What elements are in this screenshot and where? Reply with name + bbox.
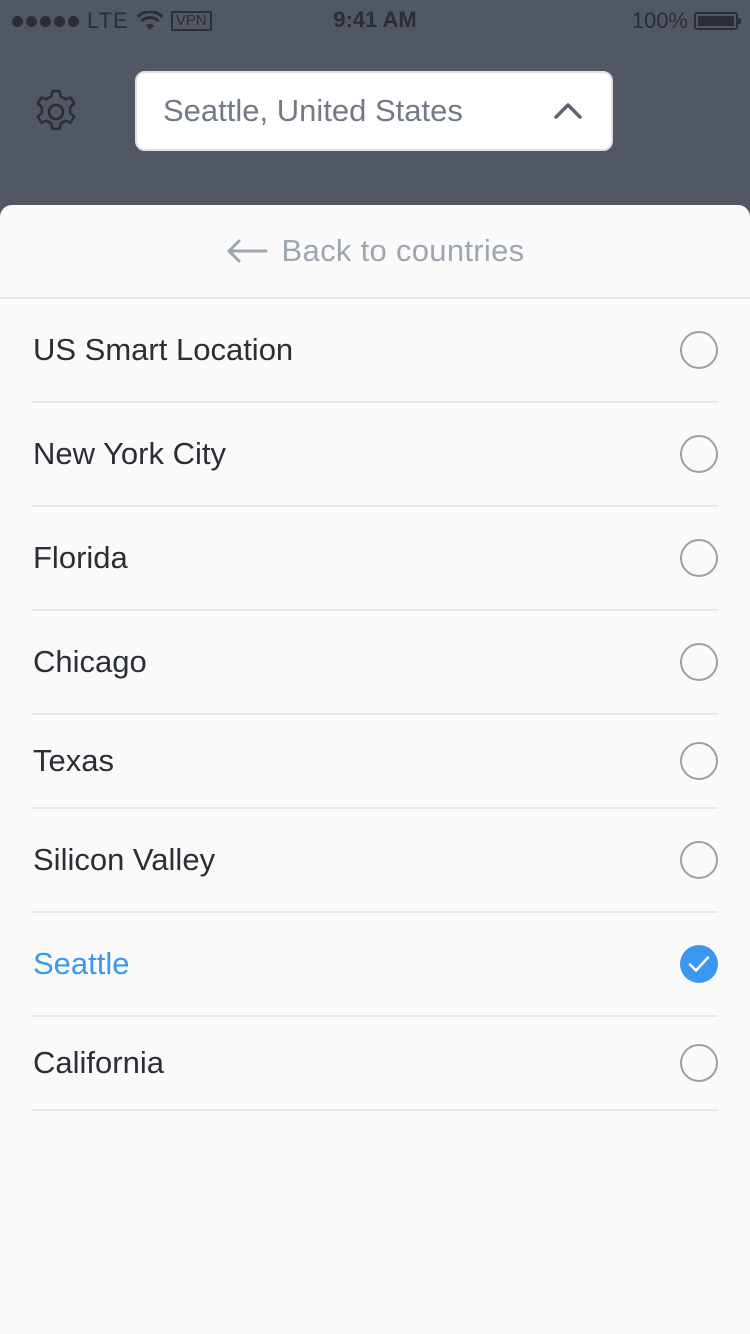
checkmark-icon	[688, 956, 710, 972]
location-list: US Smart Location New York City Florida …	[0, 299, 750, 1111]
arrow-left-icon	[227, 239, 268, 263]
list-item[interactable]: New York City	[32, 403, 718, 507]
location-name: California	[33, 1045, 164, 1080]
gear-icon	[36, 89, 76, 131]
location-name: New York City	[33, 436, 226, 471]
back-to-countries-button[interactable]: Back to countries	[0, 205, 750, 299]
battery-icon	[694, 12, 741, 30]
battery-percent: 100%	[631, 8, 688, 33]
settings-button[interactable]	[30, 86, 82, 138]
list-item[interactable]: US Smart Location	[32, 299, 718, 403]
location-name: Chicago	[33, 644, 147, 679]
selected-location-label: Seattle, United States	[163, 93, 463, 128]
radio-button[interactable]	[680, 331, 718, 369]
list-item[interactable]: Silicon Valley	[32, 809, 718, 913]
list-item[interactable]: California	[32, 1017, 718, 1111]
location-name: Silicon Valley	[33, 842, 216, 877]
radio-button[interactable]	[680, 841, 718, 879]
radio-button[interactable]	[680, 435, 718, 473]
radio-button[interactable]	[680, 539, 718, 577]
radio-button[interactable]	[680, 742, 718, 780]
back-label: Back to countries	[281, 233, 525, 268]
location-name: Florida	[33, 540, 128, 575]
status-bar: LTE VPN 9:41 AM 100%	[0, 0, 750, 40]
list-item-selected[interactable]: Seattle	[32, 913, 718, 1017]
radio-button[interactable]	[680, 643, 718, 681]
list-item[interactable]: Texas	[32, 715, 718, 809]
list-item[interactable]: Chicago	[32, 611, 718, 715]
location-sheet: Back to countries US Smart Location New …	[0, 205, 750, 1334]
location-name: Texas	[33, 743, 114, 778]
radio-button-checked[interactable]	[680, 945, 718, 983]
list-item[interactable]: Florida	[32, 507, 718, 611]
radio-button[interactable]	[680, 1044, 718, 1082]
location-name: US Smart Location	[33, 332, 294, 367]
location-name: Seattle	[33, 946, 130, 981]
status-right: 100%	[631, 8, 741, 34]
location-dropdown[interactable]: Seattle, United States	[135, 71, 613, 151]
chevron-up-icon	[554, 103, 582, 119]
